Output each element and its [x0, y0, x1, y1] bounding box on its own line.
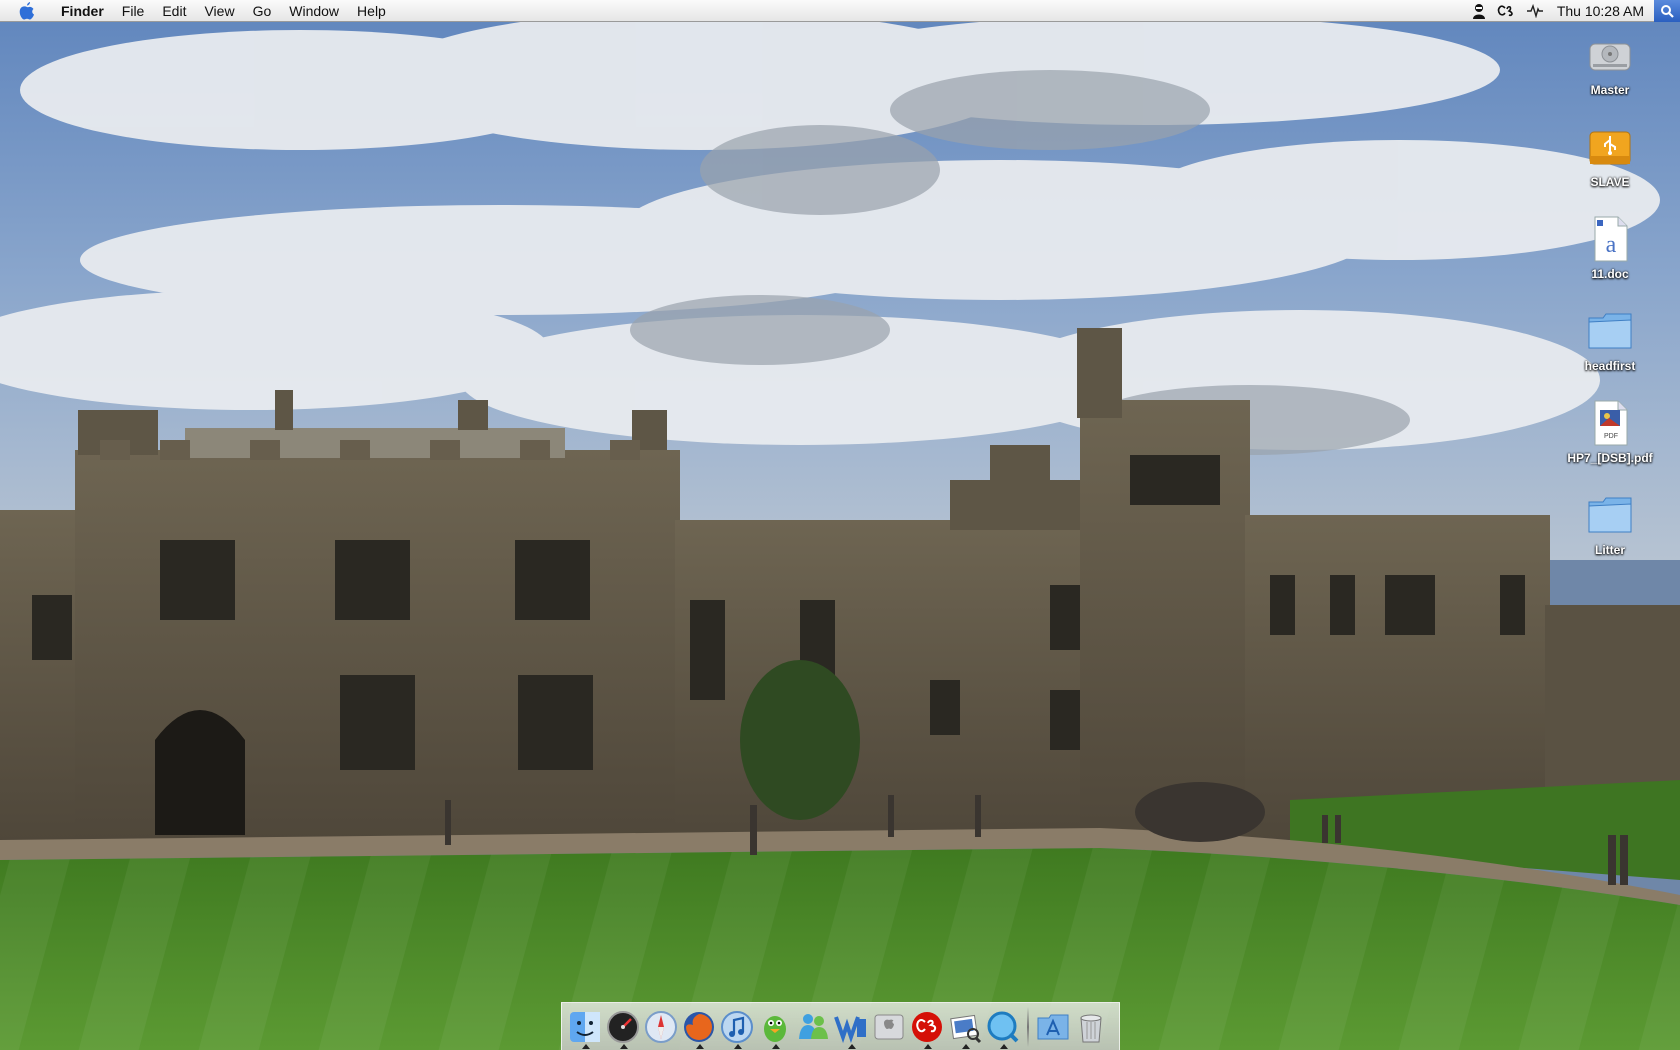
desktop-icon-label: Litter: [1595, 543, 1625, 557]
dock-item-safari[interactable]: [642, 1005, 680, 1049]
finder-icon: [570, 1011, 600, 1042]
desktop-icon-11-doc[interactable]: a 11.doc: [1550, 210, 1670, 302]
dock-item-messenger[interactable]: [794, 1005, 832, 1049]
word-icon: [834, 1015, 866, 1043]
running-indicator: [772, 1043, 780, 1049]
dock-item-trash[interactable]: [1072, 1005, 1110, 1049]
svg-text:a: a: [1606, 232, 1617, 258]
quicktime-icon: [987, 1011, 1019, 1042]
hard-drive-icon: [1589, 43, 1631, 71]
messenger-icon: [799, 1013, 828, 1039]
folder-icon: [1588, 313, 1632, 349]
desktop-wallpaper: [0, 0, 1680, 1050]
desktop-icon-label: headfirst: [1584, 359, 1636, 373]
dock-item-word[interactable]: [832, 1005, 870, 1049]
dock-item-quicktime[interactable]: [984, 1005, 1022, 1049]
running-indicator: [696, 1043, 704, 1049]
apple-logo-icon[interactable]: [16, 0, 38, 22]
menu-edit[interactable]: Edit: [153, 0, 195, 22]
running-indicator: [924, 1043, 932, 1049]
menu-go[interactable]: Go: [244, 0, 281, 22]
safari-icon: [645, 1010, 677, 1043]
applications-folder-icon: [1037, 1014, 1069, 1039]
menu-window[interactable]: Window: [280, 0, 348, 22]
desktop-icon-slave[interactable]: SLAVE: [1550, 118, 1670, 210]
trash-icon: [1080, 1014, 1102, 1042]
desktop-icon-label: HP7_[DSB].pdf: [1567, 451, 1653, 465]
svg-text:PDF: PDF: [1604, 433, 1618, 440]
desktop-icon-litter[interactable]: Litter: [1550, 486, 1670, 578]
adium-icon: [764, 1015, 786, 1042]
desktop-icon-hp7-pdf[interactable]: PDF HP7_[DSB].pdf: [1550, 394, 1670, 486]
dashboard-icon: [607, 1010, 639, 1043]
dock-item-applications[interactable]: [1034, 1005, 1072, 1049]
menu-app-finder[interactable]: Finder: [52, 0, 113, 22]
desktop-icon-label: 11.doc: [1591, 267, 1629, 281]
desktop-icons: Master SLAVE a 11.doc headfirst PDF HP7_…: [1550, 26, 1670, 578]
running-indicator: [734, 1043, 742, 1049]
sound-wave-icon[interactable]: [1525, 0, 1545, 22]
running-indicator: [620, 1043, 628, 1049]
document-icon: a: [1594, 216, 1628, 262]
menu-file[interactable]: File: [113, 0, 154, 22]
dock-item-firefox[interactable]: [680, 1005, 718, 1049]
dock-item-lastfm[interactable]: [908, 1005, 946, 1049]
agent-silhouette-icon[interactable]: [1469, 0, 1489, 22]
preview-icon: [950, 1014, 982, 1043]
running-indicator: [962, 1043, 970, 1049]
pdf-icon: PDF: [1594, 400, 1628, 446]
menu-view[interactable]: View: [195, 0, 243, 22]
dock-separator: [1027, 1006, 1029, 1047]
lastfm-icon[interactable]: [1497, 0, 1517, 22]
dock-item-system-preferences[interactable]: [870, 1005, 908, 1049]
system-preferences-icon: [874, 1014, 904, 1039]
running-indicator: [848, 1043, 856, 1049]
dock-item-dashboard[interactable]: [604, 1005, 642, 1049]
dock-item-itunes[interactable]: [718, 1005, 756, 1049]
desktop-icon-label: SLAVE: [1590, 175, 1630, 189]
usb-drive-icon: [1589, 131, 1631, 165]
folder-icon: [1588, 497, 1632, 533]
dock: [561, 1002, 1120, 1050]
menu-help[interactable]: Help: [348, 0, 395, 22]
dock-item-finder[interactable]: [566, 1005, 604, 1049]
menu-bar: Finder File Edit View Go Window Help Thu…: [0, 0, 1680, 22]
spotlight-search-icon[interactable]: [1654, 0, 1680, 22]
dock-item-preview[interactable]: [946, 1005, 984, 1049]
firefox-icon: [684, 1011, 714, 1042]
menubar-clock[interactable]: Thu 10:28 AM: [1557, 3, 1644, 19]
running-indicator: [582, 1043, 590, 1049]
dock-item-adium[interactable]: [756, 1005, 794, 1049]
desktop-icon-label: Master: [1590, 83, 1630, 97]
desktop-icon-headfirst[interactable]: headfirst: [1550, 302, 1670, 394]
desktop-icon-master[interactable]: Master: [1550, 26, 1670, 118]
running-indicator: [1000, 1043, 1008, 1049]
itunes-icon: [721, 1010, 753, 1043]
lastfm-app-icon: [912, 1011, 942, 1042]
